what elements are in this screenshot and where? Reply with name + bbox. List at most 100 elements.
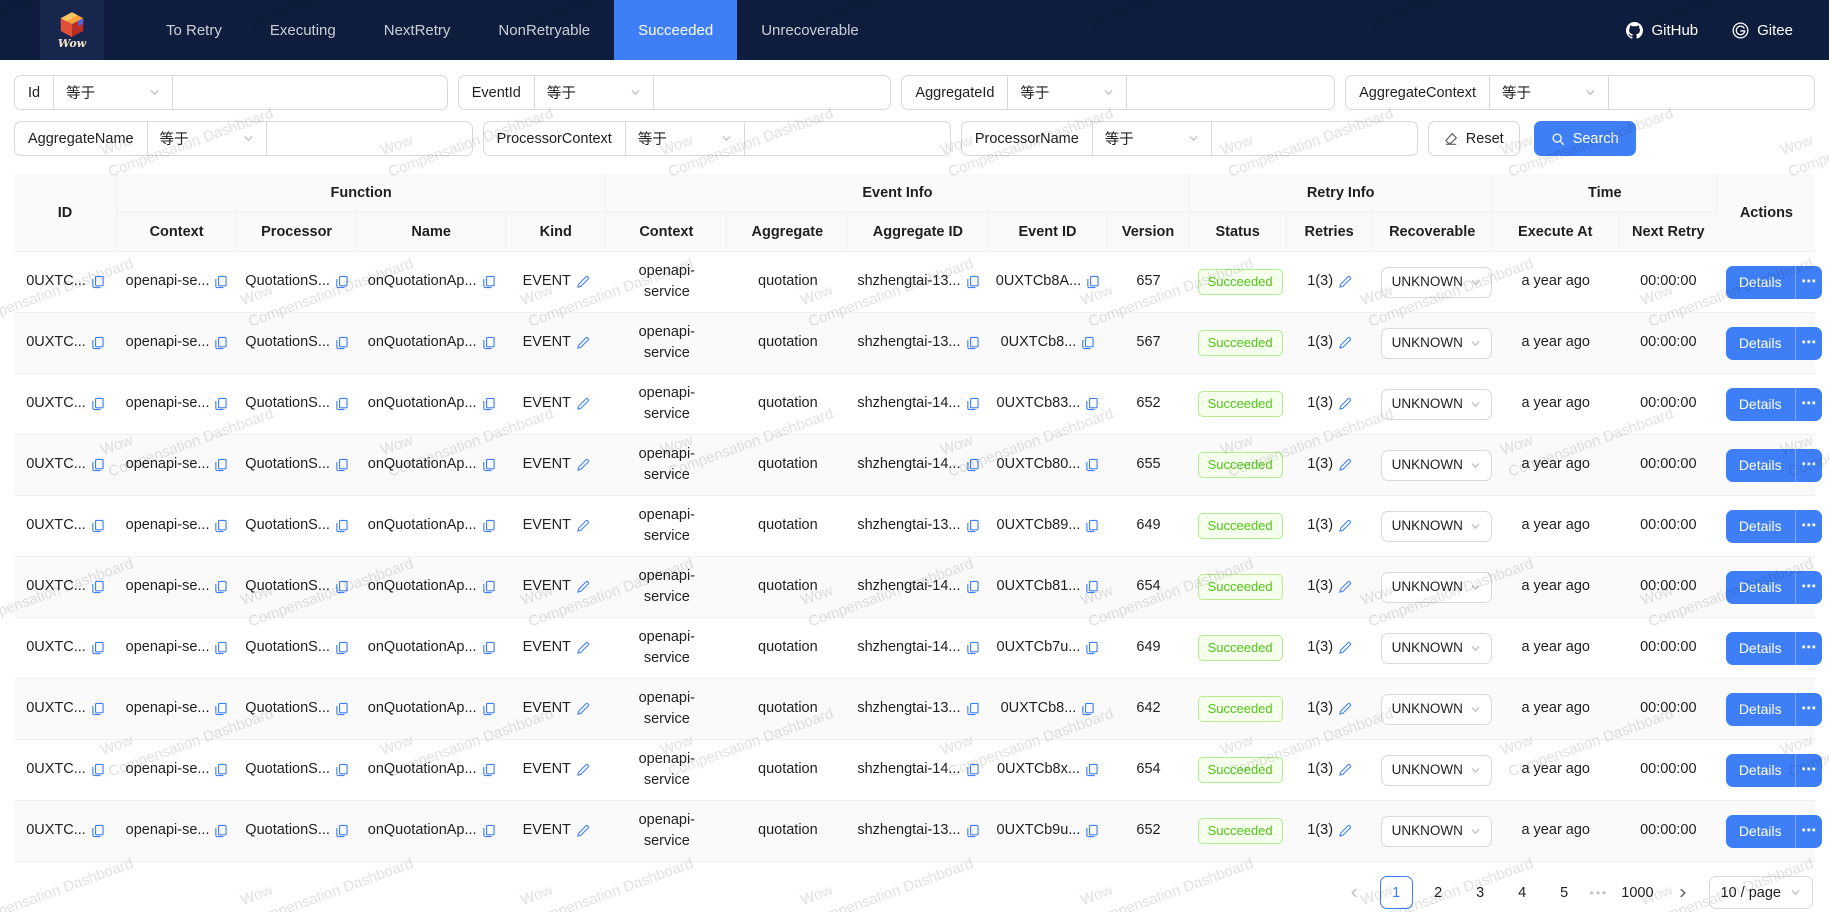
nav-item-executing[interactable]: Executing (246, 0, 360, 60)
edit-icon[interactable] (576, 763, 590, 777)
nav-item-nonretryable[interactable]: NonRetryable (474, 0, 614, 60)
copy-icon[interactable] (1085, 763, 1099, 777)
details-button[interactable]: Details (1726, 388, 1795, 421)
copy-icon[interactable] (91, 824, 105, 838)
copy-icon[interactable] (214, 458, 228, 472)
nav-item-to-retry[interactable]: To Retry (142, 0, 246, 60)
copy-icon[interactable] (91, 275, 105, 289)
copy-icon[interactable] (482, 763, 496, 777)
copy-icon[interactable] (91, 519, 105, 533)
details-button[interactable]: Details (1726, 510, 1795, 543)
copy-icon[interactable] (482, 519, 496, 533)
edit-icon[interactable] (1338, 580, 1352, 594)
filter-operator-select[interactable]: 等于 (1007, 75, 1127, 110)
edit-icon[interactable] (576, 397, 590, 411)
edit-icon[interactable] (1338, 763, 1352, 777)
filter-operator-select[interactable]: 等于 (53, 75, 173, 110)
copy-icon[interactable] (482, 275, 496, 289)
edit-icon[interactable] (1338, 458, 1352, 472)
nav-item-succeeded[interactable]: Succeeded (614, 0, 737, 60)
reset-button[interactable]: Reset (1428, 121, 1520, 156)
copy-icon[interactable] (91, 641, 105, 655)
filter-value-input[interactable] (1211, 121, 1418, 156)
pagination-page-1[interactable]: 1 (1380, 876, 1413, 909)
copy-icon[interactable] (966, 641, 980, 655)
page-size-select[interactable]: 10 / page (1709, 876, 1813, 909)
pagination-page-5[interactable]: 5 (1548, 876, 1581, 909)
copy-icon[interactable] (214, 519, 228, 533)
copy-icon[interactable] (335, 397, 349, 411)
edit-icon[interactable] (1338, 397, 1352, 411)
ellipsis-icon[interactable]: ⋯ (1795, 266, 1822, 299)
recoverable-select[interactable]: UNKNOWN (1381, 450, 1492, 481)
copy-icon[interactable] (966, 275, 980, 289)
copy-icon[interactable] (1085, 519, 1099, 533)
details-button[interactable]: Details (1726, 571, 1795, 604)
filter-operator-select[interactable]: 等于 (1489, 75, 1609, 110)
edit-icon[interactable] (1338, 336, 1352, 350)
edit-icon[interactable] (576, 702, 590, 716)
pagination-page-2[interactable]: 2 (1422, 876, 1455, 909)
app-logo[interactable]: Wow (40, 0, 104, 60)
recoverable-select[interactable]: UNKNOWN (1381, 328, 1492, 359)
copy-icon[interactable] (214, 336, 228, 350)
edit-icon[interactable] (1338, 641, 1352, 655)
details-button[interactable]: Details (1726, 327, 1795, 360)
edit-icon[interactable] (1338, 275, 1352, 289)
pagination-page-4[interactable]: 4 (1506, 876, 1539, 909)
recoverable-select[interactable]: UNKNOWN (1381, 694, 1492, 725)
copy-icon[interactable] (214, 824, 228, 838)
copy-icon[interactable] (966, 580, 980, 594)
copy-icon[interactable] (214, 397, 228, 411)
details-button[interactable]: Details (1726, 693, 1795, 726)
edit-icon[interactable] (1338, 824, 1352, 838)
filter-value-input[interactable] (172, 75, 448, 110)
copy-icon[interactable] (214, 580, 228, 594)
copy-icon[interactable] (966, 397, 980, 411)
copy-icon[interactable] (1081, 336, 1095, 350)
copy-icon[interactable] (91, 458, 105, 472)
ellipsis-icon[interactable]: ⋯ (1795, 632, 1822, 665)
copy-icon[interactable] (214, 641, 228, 655)
nav-item-unrecoverable[interactable]: Unrecoverable (737, 0, 883, 60)
copy-icon[interactable] (214, 763, 228, 777)
details-button[interactable]: Details (1726, 632, 1795, 665)
pagination-next-button[interactable] (1667, 876, 1700, 909)
copy-icon[interactable] (214, 702, 228, 716)
copy-icon[interactable] (335, 458, 349, 472)
search-button[interactable]: Search (1534, 121, 1636, 156)
details-button[interactable]: Details (1726, 754, 1795, 787)
copy-icon[interactable] (482, 580, 496, 594)
pagination-prev-button[interactable] (1338, 876, 1371, 909)
edit-icon[interactable] (576, 641, 590, 655)
ellipsis-icon[interactable]: ⋯ (1795, 693, 1822, 726)
ellipsis-icon[interactable]: ⋯ (1795, 327, 1822, 360)
copy-icon[interactable] (966, 824, 980, 838)
copy-icon[interactable] (335, 336, 349, 350)
filter-value-input[interactable] (1126, 75, 1335, 110)
copy-icon[interactable] (214, 275, 228, 289)
copy-icon[interactable] (482, 336, 496, 350)
edit-icon[interactable] (576, 336, 590, 350)
copy-icon[interactable] (1081, 702, 1095, 716)
edit-icon[interactable] (1338, 519, 1352, 533)
recoverable-select[interactable]: UNKNOWN (1381, 633, 1492, 664)
filter-operator-select[interactable]: 等于 (534, 75, 654, 110)
copy-icon[interactable] (1085, 397, 1099, 411)
copy-icon[interactable] (482, 458, 496, 472)
copy-icon[interactable] (1085, 580, 1099, 594)
filter-value-input[interactable] (653, 75, 892, 110)
edit-icon[interactable] (576, 458, 590, 472)
github-link[interactable]: GitHub (1626, 22, 1698, 39)
copy-icon[interactable] (1085, 824, 1099, 838)
nav-item-nextretry[interactable]: NextRetry (360, 0, 475, 60)
copy-icon[interactable] (335, 275, 349, 289)
edit-icon[interactable] (576, 580, 590, 594)
copy-icon[interactable] (482, 397, 496, 411)
copy-icon[interactable] (966, 519, 980, 533)
copy-icon[interactable] (91, 702, 105, 716)
copy-icon[interactable] (335, 580, 349, 594)
edit-icon[interactable] (1338, 702, 1352, 716)
ellipsis-icon[interactable]: ⋯ (1795, 388, 1822, 421)
filter-operator-select[interactable]: 等于 (147, 121, 267, 156)
